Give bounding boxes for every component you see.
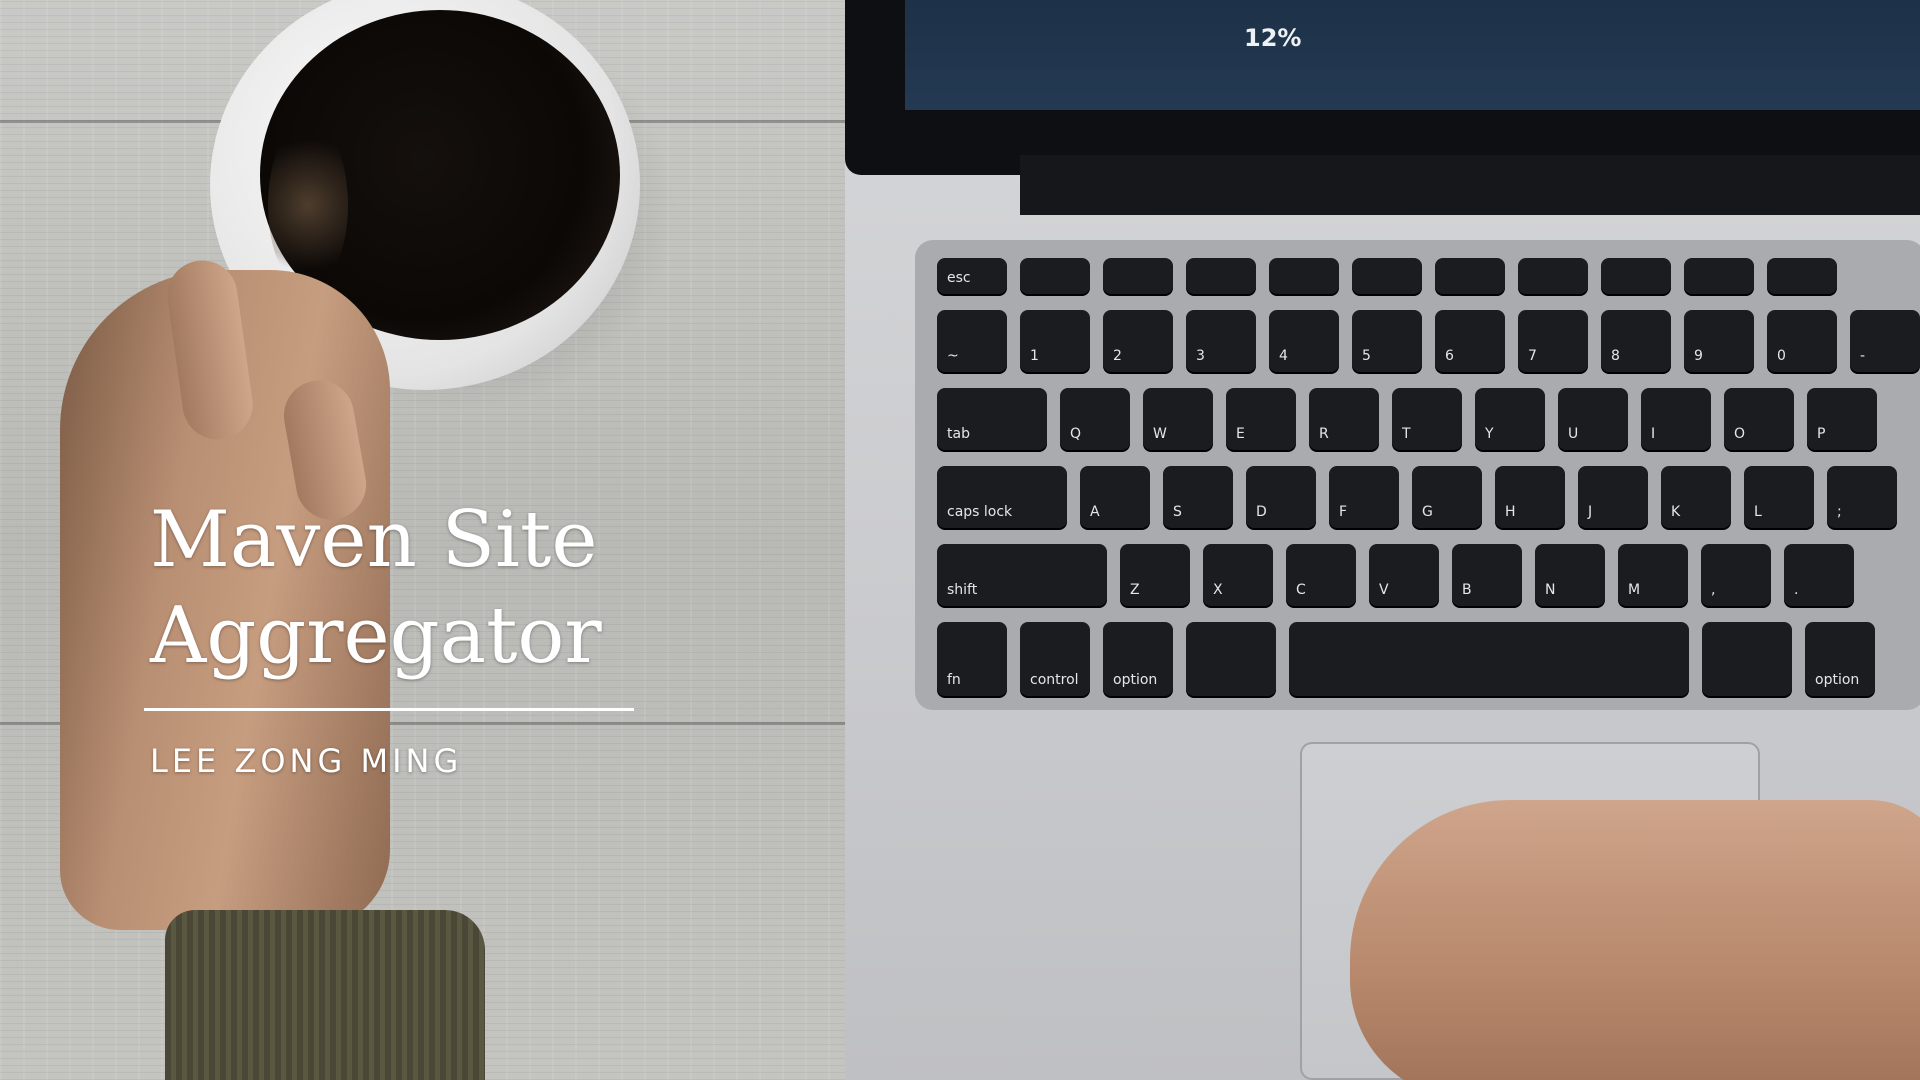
right-hand: [1350, 800, 1920, 1080]
key-period: .: [1784, 544, 1854, 606]
key-9: 9: [1684, 310, 1754, 372]
key-shift: shift: [937, 544, 1107, 606]
key-option-right: option: [1805, 622, 1875, 696]
key-7: 7: [1518, 310, 1588, 372]
key-minus: -: [1850, 310, 1920, 372]
key-g: G: [1412, 466, 1482, 528]
title-divider: [144, 708, 634, 711]
key-fn: fn: [937, 622, 1007, 696]
key-esc: esc: [937, 258, 1007, 294]
key-f7: [1518, 258, 1588, 294]
key-b: B: [1452, 544, 1522, 606]
key-h: H: [1495, 466, 1565, 528]
laptop-hinge: [1020, 155, 1920, 215]
key-3: 3: [1186, 310, 1256, 372]
key-y: Y: [1475, 388, 1545, 450]
key-8: 8: [1601, 310, 1671, 372]
key-j: J: [1578, 466, 1648, 528]
key-6: 6: [1435, 310, 1505, 372]
key-f5: [1352, 258, 1422, 294]
key-f: F: [1329, 466, 1399, 528]
key-caps-lock: caps lock: [937, 466, 1067, 528]
key-v: V: [1369, 544, 1439, 606]
key-f3: [1186, 258, 1256, 294]
key-f4: [1269, 258, 1339, 294]
key-option-left: option: [1103, 622, 1173, 696]
key-f10: [1767, 258, 1837, 294]
key-2: 2: [1103, 310, 1173, 372]
key-0: 0: [1767, 310, 1837, 372]
coffee-foam: [268, 120, 348, 290]
slide-title-line-2: Aggregator: [150, 591, 602, 681]
key-c: C: [1286, 544, 1356, 606]
key-u: U: [1558, 388, 1628, 450]
key-f1: [1020, 258, 1090, 294]
key-control: control: [1020, 622, 1090, 696]
title-block: Maven Site Aggregator: [150, 492, 650, 684]
key-f9: [1684, 258, 1754, 294]
key-k: K: [1661, 466, 1731, 528]
key-z: Z: [1120, 544, 1190, 606]
key-a: A: [1080, 466, 1150, 528]
slide-title-line-1: Maven Site: [150, 495, 598, 585]
key-tab: tab: [937, 388, 1047, 450]
key-d: D: [1246, 466, 1316, 528]
keyboard: esc ~ 1 2 3 4 5 6 7 8 9 0 - tab Q W E R …: [915, 240, 1920, 710]
author-name: LEE ZONG MING: [150, 742, 463, 780]
key-x: X: [1203, 544, 1273, 606]
key-command-right: [1702, 622, 1792, 696]
key-f8: [1601, 258, 1671, 294]
key-semicolon: ;: [1827, 466, 1897, 528]
key-4: 4: [1269, 310, 1339, 372]
key-space: [1289, 622, 1689, 696]
key-f2: [1103, 258, 1173, 294]
key-command-left: [1186, 622, 1276, 696]
key-i: I: [1641, 388, 1711, 450]
key-t: T: [1392, 388, 1462, 450]
key-f6: [1435, 258, 1505, 294]
key-comma: ,: [1701, 544, 1771, 606]
screen-chart-label: 12%: [1244, 24, 1302, 52]
key-m: M: [1618, 544, 1688, 606]
key-l: L: [1744, 466, 1814, 528]
key-n: N: [1535, 544, 1605, 606]
sweater-sleeve: [165, 910, 485, 1080]
slide-title: Maven Site Aggregator: [150, 492, 650, 684]
key-s: S: [1163, 466, 1233, 528]
key-w: W: [1143, 388, 1213, 450]
key-q: Q: [1060, 388, 1130, 450]
key-5: 5: [1352, 310, 1422, 372]
laptop-screen: [905, 0, 1920, 110]
key-o: O: [1724, 388, 1794, 450]
key-r: R: [1309, 388, 1379, 450]
key-e: E: [1226, 388, 1296, 450]
key-1: 1: [1020, 310, 1090, 372]
key-tilde: ~: [937, 310, 1007, 372]
key-p: P: [1807, 388, 1877, 450]
